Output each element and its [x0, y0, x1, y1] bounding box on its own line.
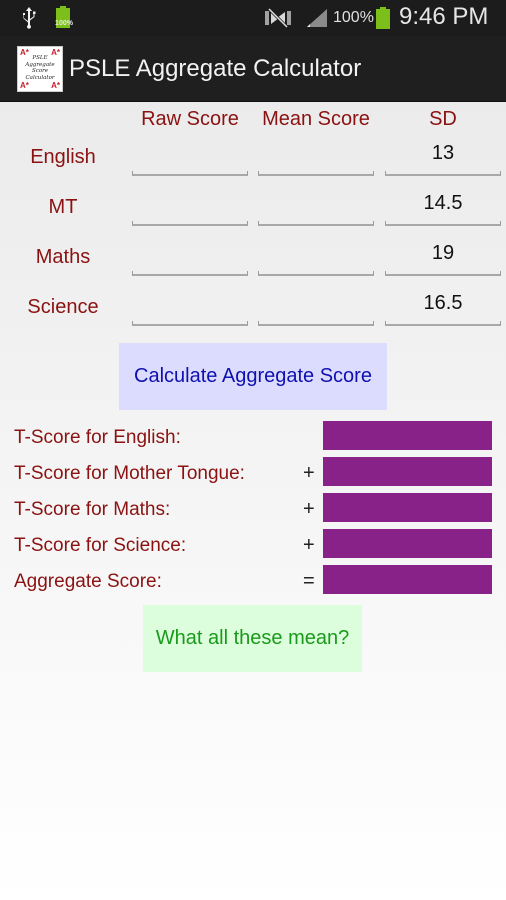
field-underline	[132, 271, 248, 276]
plus-operator: +	[303, 534, 315, 556]
tscore-mother-tongue-label: T-Score for Mother Tongue:	[14, 463, 245, 484]
clock: 9:46 PM	[399, 3, 489, 30]
header-sd: SD	[429, 108, 457, 130]
app-title: PSLE Aggregate Calculator	[69, 55, 362, 82]
battery-icon	[376, 7, 390, 29]
mt-sd-input[interactable]: 14.5	[385, 190, 501, 226]
english-sd-input[interactable]: 13	[385, 140, 501, 176]
subject-label-maths: Maths	[35, 246, 91, 268]
field-underline	[258, 271, 374, 276]
tscore-mother-tongue-output	[323, 457, 492, 486]
field-value: 19	[431, 242, 455, 264]
field-underline	[258, 171, 374, 176]
maths-mean-score-input[interactable]	[258, 240, 374, 276]
status-bar: 100% 100% 9:46 PM	[0, 0, 506, 36]
battery-percent: 100%	[333, 9, 374, 26]
equals-operator: =	[303, 570, 315, 592]
tscore-english-output	[323, 421, 492, 450]
calculator-content: Raw Score Mean Score SD English 13 MT 14…	[0, 102, 506, 900]
tscore-science-output	[323, 529, 492, 558]
tscore-science-label: T-Score for Science:	[14, 535, 187, 556]
logo-line: Calculator	[25, 74, 55, 81]
app-logo[interactable]: A* A* A* A* PSLE Aggregate Score Calcula…	[17, 46, 63, 92]
maths-sd-input[interactable]: 19	[385, 240, 501, 276]
field-underline	[385, 171, 501, 176]
science-raw-score-input[interactable]	[132, 290, 248, 326]
mute-icon	[265, 8, 291, 28]
battery-small-label: 100%	[55, 20, 73, 27]
field-underline	[132, 171, 248, 176]
aggregate-score-label: Aggregate Score:	[14, 571, 162, 592]
science-sd-input[interactable]: 16.5	[385, 290, 501, 326]
plus-operator: +	[303, 498, 315, 520]
subject-label-english: English	[30, 146, 96, 168]
field-underline	[132, 221, 248, 226]
header-mean-score: Mean Score	[262, 108, 370, 130]
tscore-maths-output	[323, 493, 492, 522]
tscore-maths-label: T-Score for Maths:	[14, 499, 171, 520]
signal-icon	[307, 9, 327, 27]
science-mean-score-input[interactable]	[258, 290, 374, 326]
field-underline	[258, 221, 374, 226]
calculate-aggregate-button[interactable]: Calculate Aggregate Score	[119, 343, 387, 410]
subject-label-mt: MT	[48, 196, 78, 218]
plus-operator: +	[303, 462, 315, 484]
english-mean-score-input[interactable]	[258, 140, 374, 176]
usb-icon	[23, 7, 36, 29]
field-underline	[385, 221, 501, 226]
tscore-english-label: T-Score for English:	[14, 427, 181, 448]
maths-raw-score-input[interactable]	[132, 240, 248, 276]
field-value: 16.5	[423, 292, 463, 314]
logo-text: PSLE Aggregate Score Calculator	[22, 55, 58, 81]
english-raw-score-input[interactable]	[132, 140, 248, 176]
aggregate-score-output	[323, 565, 492, 594]
action-bar: A* A* A* A* PSLE Aggregate Score Calcula…	[0, 36, 506, 102]
field-underline	[258, 321, 374, 326]
subject-label-science: Science	[27, 296, 99, 318]
a-star-mark: A*	[20, 81, 29, 90]
field-value: 13	[431, 142, 455, 164]
field-value: 14.5	[423, 192, 463, 214]
mt-raw-score-input[interactable]	[132, 190, 248, 226]
header-raw-score: Raw Score	[141, 108, 239, 130]
field-underline	[132, 321, 248, 326]
mt-mean-score-input[interactable]	[258, 190, 374, 226]
a-star-mark: A*	[51, 81, 60, 90]
help-button[interactable]: What all these mean?	[143, 605, 362, 672]
field-underline	[385, 321, 501, 326]
field-underline	[385, 271, 501, 276]
